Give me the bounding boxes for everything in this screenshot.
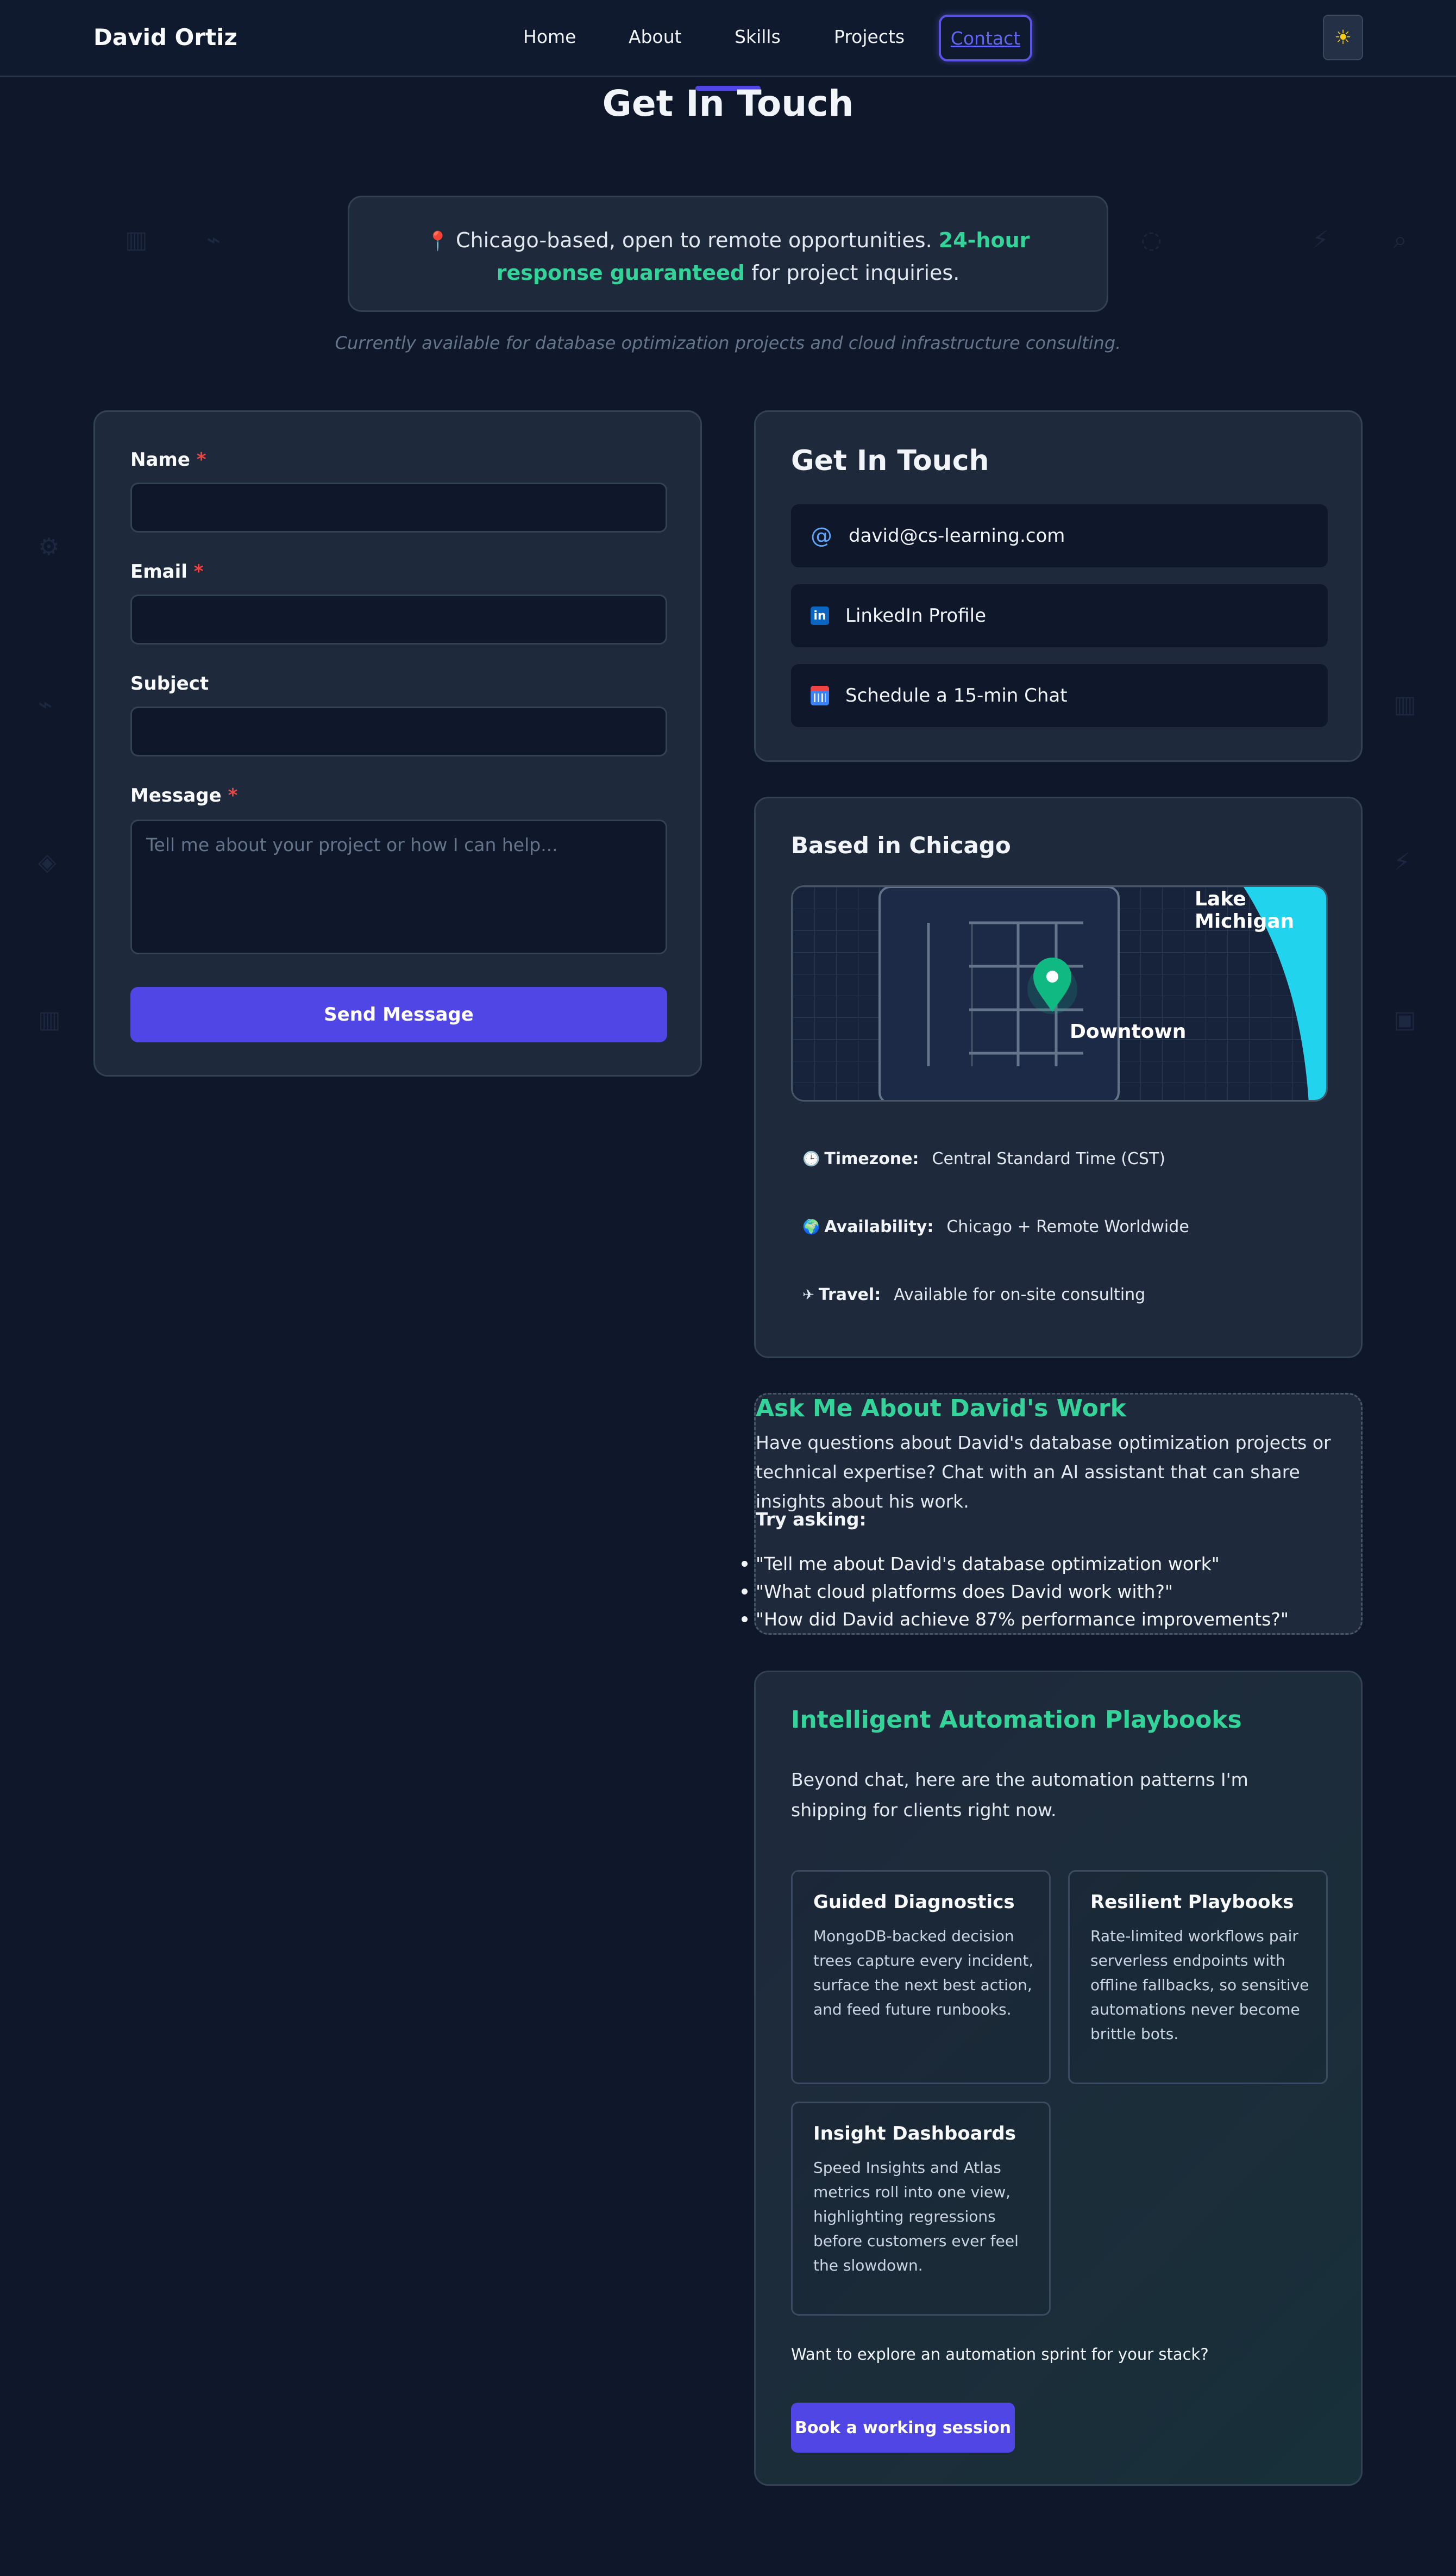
linkedin-icon: in — [811, 607, 829, 625]
page-title: Get In Touch — [602, 83, 854, 124]
schedule-text: Schedule a 15-min Chat — [845, 685, 1068, 706]
theme-toggle-button[interactable]: ☀ — [1323, 15, 1363, 60]
subject-field[interactable] — [130, 706, 667, 756]
travel-label: Travel: — [818, 1285, 881, 1304]
send-message-button[interactable]: Send Message — [130, 987, 667, 1042]
at-icon: @ — [811, 523, 832, 548]
intro-text: Chicago-based, open to remote opportunit… — [456, 228, 932, 252]
lock-icon: ▣ — [1394, 1006, 1416, 1034]
playbook-tile: Insight Dashboards Speed Insights and At… — [791, 2102, 1051, 2316]
timezone-row: 🕒 Timezone: Central Standard Time (CST) — [802, 1149, 1165, 1168]
contact-methods-card: Get In Touch @ david@cs-learning.com in … — [754, 410, 1363, 762]
chat-title: Ask Me About David's Work — [756, 1395, 1126, 1422]
nav-contact[interactable]: Contact — [939, 15, 1032, 61]
location-card: Based in Chicago Lake Michigan Downtown … — [754, 797, 1363, 1358]
calendar-icon — [811, 686, 829, 705]
suggested-question[interactable]: "How did David achieve 87% performance i… — [741, 1605, 1289, 1633]
nav-about[interactable]: About — [629, 26, 682, 47]
automation-card: Intelligent Automation Playbooks Beyond … — [754, 1671, 1363, 2486]
suggested-question[interactable]: "Tell me about David's database optimiza… — [741, 1550, 1289, 1578]
automation-question: Want to explore an automation sprint for… — [791, 2345, 1209, 2364]
ai-chat-card[interactable]: Ask Me About David's Work Have questions… — [741, 1393, 1363, 1635]
book-session-button[interactable]: Book a working session — [791, 2403, 1015, 2453]
map-pin-icon: 📍 — [426, 230, 449, 252]
chart-icon: ▥ — [1394, 691, 1416, 718]
automation-title: Intelligent Automation Playbooks — [791, 1706, 1242, 1734]
downtown-label: Downtown — [1070, 1021, 1187, 1043]
brand-logo[interactable]: David Ortiz — [93, 24, 237, 51]
availability-row: 🌍 Availability: Chicago + Remote Worldwi… — [802, 1217, 1189, 1236]
tile-title: Resilient Playbooks — [1090, 1891, 1294, 1913]
chart-icon: ▥ — [38, 1006, 61, 1034]
intro-banner: 📍 Chicago-based, open to remote opportun… — [348, 196, 1108, 312]
availability-label: Availability: — [824, 1217, 934, 1236]
tile-title: Guided Diagnostics — [813, 1891, 1015, 1913]
suggested-question[interactable]: "What cloud platforms does David work wi… — [741, 1578, 1289, 1605]
schedule-chat-link[interactable]: Schedule a 15-min Chat — [791, 664, 1328, 727]
link-icon: ⌁ — [38, 691, 53, 718]
required-mark: * — [193, 561, 204, 583]
suggested-questions: "Tell me about David's database optimiza… — [741, 1550, 1289, 1633]
message-textarea[interactable]: Tell me about your project or how I can … — [130, 820, 667, 954]
message-label-text: Message — [130, 785, 222, 806]
playbook-tile: Guided Diagnostics MongoDB-backed decisi… — [791, 1870, 1051, 2084]
lake-michigan-label: Lake Michigan — [1195, 888, 1295, 933]
message-label: Message * — [130, 785, 237, 806]
contact-form: Name * Email * Subject Message * Tell me… — [93, 410, 702, 1077]
name-field[interactable] — [130, 483, 667, 533]
location-title: Based in Chicago — [791, 832, 1011, 859]
bolt-icon: ⚡ — [1394, 848, 1410, 876]
gear-icon: ⚙ — [38, 533, 60, 561]
tile-title: Insight Dashboards — [813, 2123, 1016, 2144]
tile-text: Speed Insights and Atlas metrics roll in… — [813, 2159, 1019, 2274]
subject-label: Subject — [130, 673, 209, 695]
email-label-text: Email — [130, 561, 187, 583]
playbook-tile: Resilient Playbooks Rate-limited workflo… — [1068, 1870, 1328, 2084]
email-field[interactable] — [130, 595, 667, 645]
clock-icon: 🕒 — [802, 1151, 820, 1167]
timezone-value: Central Standard Time (CST) — [932, 1149, 1165, 1168]
travel-value: Available for on-site consulting — [894, 1285, 1146, 1304]
sun-icon: ☀ — [1334, 26, 1352, 49]
navbar: David Ortiz Home About Skills Projects C… — [0, 0, 1456, 77]
nav-projects[interactable]: Projects — [834, 26, 905, 47]
name-label-text: Name — [130, 449, 190, 471]
bolt-icon: ⚡ — [1312, 226, 1329, 254]
tile-text: Rate-limited workflows pair serverless e… — [1090, 1927, 1309, 2043]
automation-description: Beyond chat, here are the automation pat… — [791, 1769, 1248, 1821]
availability-note: Currently available for database optimiz… — [335, 333, 1121, 353]
required-mark: * — [196, 449, 206, 471]
email-label: Email * — [130, 561, 204, 583]
intro-text-end: for project inquiries. — [751, 261, 960, 285]
tile-text: MongoDB-backed decision trees capture ev… — [813, 1927, 1034, 2018]
required-mark: * — [228, 785, 238, 806]
timezone-label: Timezone: — [824, 1149, 919, 1168]
search-icon: ⌕ — [1394, 226, 1407, 254]
bulb-icon: ◌ — [1141, 226, 1162, 254]
linkedin-link[interactable]: in LinkedIn Profile — [791, 584, 1328, 647]
chicago-map: Lake Michigan Downtown — [791, 885, 1328, 1102]
availability-value: Chicago + Remote Worldwide — [946, 1217, 1189, 1236]
travel-row: ✈ Travel: Available for on-site consulti… — [802, 1285, 1145, 1304]
link-icon: ⌁ — [206, 226, 221, 254]
linkedin-text: LinkedIn Profile — [845, 605, 987, 627]
chart-icon: ▥ — [125, 226, 148, 254]
nav-home[interactable]: Home — [523, 26, 576, 47]
chat-description: Have questions about David's database op… — [756, 1432, 1331, 1512]
contact-card-title: Get In Touch — [791, 445, 989, 477]
nav-skills[interactable]: Skills — [735, 26, 781, 47]
airplane-icon: ✈ — [802, 1286, 814, 1303]
try-asking-label: Try asking: — [756, 1509, 867, 1530]
email-text: david@cs-learning.com — [849, 525, 1065, 547]
email-link[interactable]: @ david@cs-learning.com — [791, 504, 1328, 567]
name-label: Name * — [130, 449, 206, 471]
globe-icon: 🌍 — [802, 1218, 820, 1235]
rocket-icon: ◈ — [38, 848, 57, 876]
